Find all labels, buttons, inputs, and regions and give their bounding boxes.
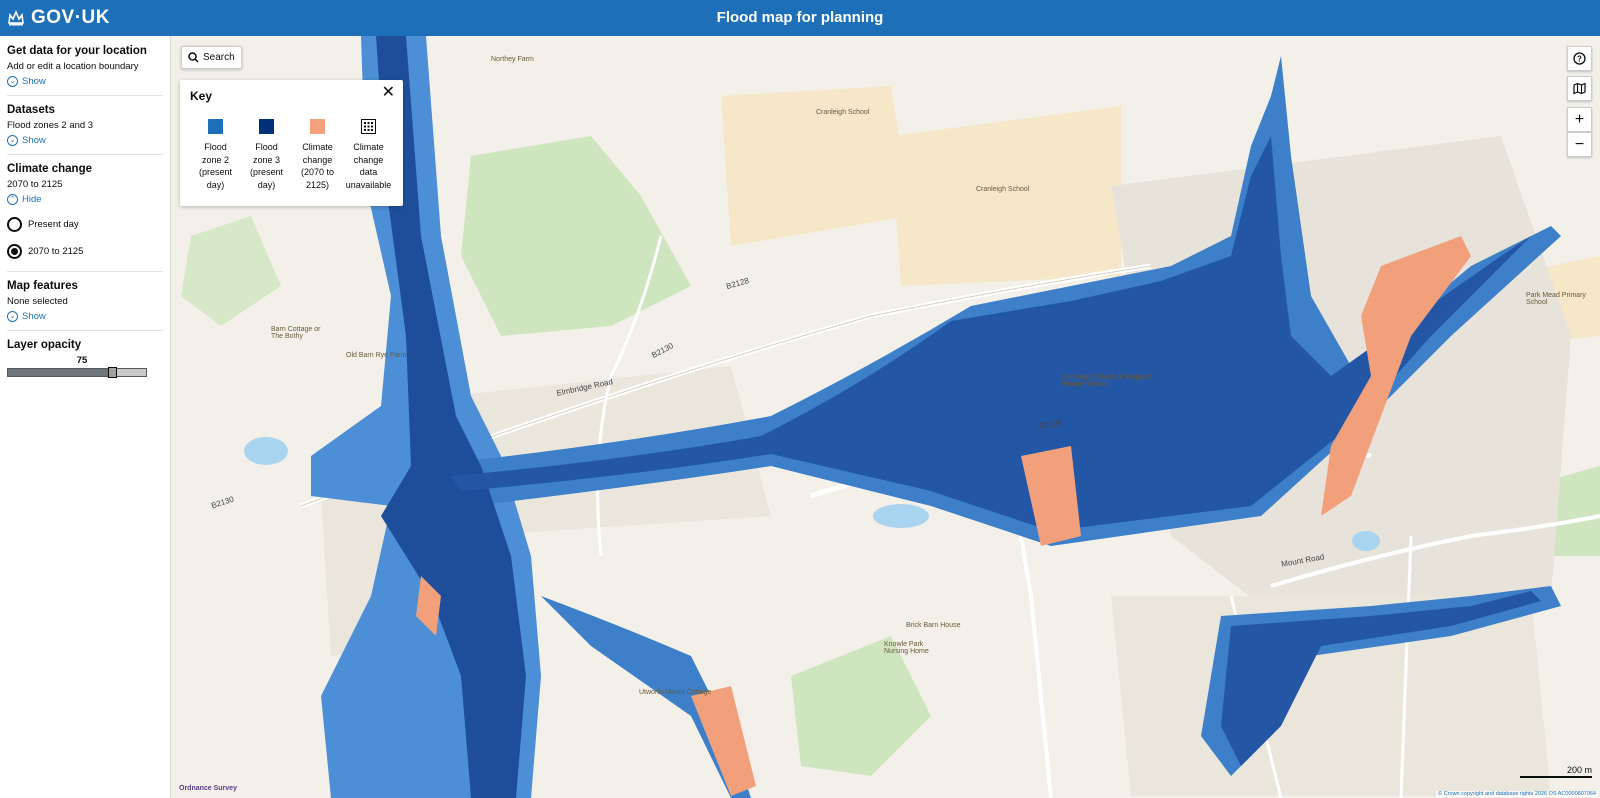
scale-line bbox=[1520, 775, 1592, 778]
scale-label: 200 m bbox=[1566, 765, 1592, 775]
climate-section: Climate change 2070 to 2125 ⌃ Hide Prese… bbox=[7, 163, 163, 272]
features-heading: Map features bbox=[7, 280, 78, 292]
key-label-flood-zone-2: Flood zone 2 (present day) bbox=[198, 142, 233, 190]
sidebar: Get data for your location Add or edit a… bbox=[0, 36, 171, 798]
radio-present-day-control[interactable] bbox=[7, 217, 22, 232]
map-label-utworth: Utworth Manor Cottage bbox=[639, 689, 712, 696]
swatch-flood-zone-3 bbox=[259, 119, 274, 134]
features-text: None selected bbox=[7, 296, 68, 307]
radio-2070-2125[interactable]: 2070 to 2125 bbox=[7, 244, 163, 259]
opacity-section: Layer opacity 75 bbox=[7, 339, 163, 385]
features-toggle-label: Show bbox=[22, 311, 46, 322]
map-label-northey: Northey Farm bbox=[491, 56, 534, 63]
close-icon[interactable]: ✕ bbox=[382, 85, 395, 101]
features-toggle[interactable]: ⌄ Show bbox=[7, 311, 163, 322]
location-text: Add or edit a location boundary bbox=[7, 61, 139, 72]
radio-2070-2125-control[interactable] bbox=[7, 244, 22, 259]
search-button[interactable]: Search bbox=[181, 46, 242, 69]
map-style-button[interactable] bbox=[1567, 76, 1592, 101]
map-label-brick-barn: Brick Barn House bbox=[906, 622, 961, 629]
help-button[interactable]: ? bbox=[1567, 46, 1592, 71]
location-section: Get data for your location Add or edit a… bbox=[7, 45, 163, 96]
key-items: Flood zone 2 (present day) Flood zone 3 … bbox=[190, 119, 394, 191]
map[interactable]: Northey Farm Cranleigh School Cranleigh … bbox=[171, 36, 1600, 798]
search-icon bbox=[188, 52, 199, 63]
zoom-out-button[interactable]: − bbox=[1567, 132, 1592, 157]
chevron-up-icon: ⌃ bbox=[7, 194, 18, 205]
swatch-flood-zone-2 bbox=[208, 119, 223, 134]
key-item-climate-unavailable: Climate change data unavailable bbox=[343, 119, 394, 191]
map-label-school-1: Cranleigh School bbox=[816, 109, 870, 116]
key-label-climate-unavailable: Climate change data unavailable bbox=[345, 142, 392, 190]
datasets-toggle-label: Show bbox=[22, 135, 46, 146]
grid-pattern-icon bbox=[361, 119, 376, 134]
map-label-knowle: Knowle Park Nursing Home bbox=[884, 641, 929, 655]
features-section: Map features None selected ⌄ Show bbox=[7, 280, 163, 331]
help-icon: ? bbox=[1573, 52, 1586, 65]
plus-icon: + bbox=[1574, 110, 1585, 128]
key-label-flood-zone-3: Flood zone 3 (present day) bbox=[249, 142, 284, 190]
climate-toggle-label: Hide bbox=[22, 194, 42, 205]
map-label-church: Cranleigh Church of England Primary Scho… bbox=[1061, 374, 1151, 388]
zoom-in-button[interactable]: + bbox=[1567, 107, 1592, 132]
chevron-down-icon: ⌄ bbox=[7, 76, 18, 87]
key-item-climate-change: Climate change (2070 to 2125) bbox=[292, 119, 343, 191]
scale-bar: 200 m bbox=[1520, 765, 1592, 778]
chevron-down-icon: ⌄ bbox=[7, 135, 18, 146]
search-label: Search bbox=[203, 52, 235, 63]
copyright-link[interactable]: © Crown copyright and database rights 20… bbox=[1436, 791, 1598, 797]
datasets-text: Flood zones 2 and 3 bbox=[7, 120, 94, 131]
location-toggle[interactable]: ⌄ Show bbox=[7, 76, 163, 87]
opacity-slider-thumb[interactable] bbox=[107, 367, 117, 378]
radio-present-day[interactable]: Present day bbox=[7, 217, 163, 232]
datasets-section: Datasets Flood zones 2 and 3 ⌄ Show bbox=[7, 104, 163, 155]
ordnance-survey-logo: Ordnance Survey bbox=[179, 785, 237, 792]
map-label-old-barn: Old Barn Rye Farm bbox=[346, 352, 407, 359]
climate-heading: Climate change bbox=[7, 163, 92, 175]
opacity-slider[interactable] bbox=[7, 367, 147, 378]
key-label-climate-change: Climate change (2070 to 2125) bbox=[300, 142, 335, 190]
climate-toggle[interactable]: ⌃ Hide bbox=[7, 194, 163, 205]
svg-text:?: ? bbox=[1577, 55, 1582, 64]
key-panel: Key ✕ Flood zone 2 (present day) Flood z… bbox=[180, 80, 403, 206]
datasets-toggle[interactable]: ⌄ Show bbox=[7, 135, 163, 146]
map-label-barn-cottage: Barn Cottage or The Bothy bbox=[271, 326, 321, 340]
datasets-heading: Datasets bbox=[7, 104, 55, 116]
header: GOV·UK Flood map for planning bbox=[0, 0, 1600, 36]
map-label-park-mead: Park Mead Primary School bbox=[1526, 292, 1586, 306]
climate-text: 2070 to 2125 bbox=[7, 179, 63, 190]
radio-2070-2125-label: 2070 to 2125 bbox=[28, 246, 84, 257]
opacity-heading: Layer opacity bbox=[7, 339, 82, 351]
location-toggle-label: Show bbox=[22, 76, 46, 87]
location-heading: Get data for your location bbox=[7, 45, 147, 57]
map-label-school-2: Cranleigh School bbox=[976, 186, 1030, 193]
minus-icon: − bbox=[1574, 135, 1585, 153]
radio-present-day-label: Present day bbox=[28, 219, 79, 230]
key-title: Key bbox=[190, 89, 213, 103]
map-icon bbox=[1573, 82, 1586, 95]
swatch-climate-change bbox=[310, 119, 325, 134]
page-title: Flood map for planning bbox=[716, 9, 884, 26]
chevron-down-icon: ⌄ bbox=[7, 311, 18, 322]
key-item-flood-zone-2: Flood zone 2 (present day) bbox=[190, 119, 241, 191]
opacity-value: 75 bbox=[76, 355, 88, 366]
key-item-flood-zone-3: Flood zone 3 (present day) bbox=[241, 119, 292, 191]
opacity-slider-fill bbox=[8, 369, 112, 376]
